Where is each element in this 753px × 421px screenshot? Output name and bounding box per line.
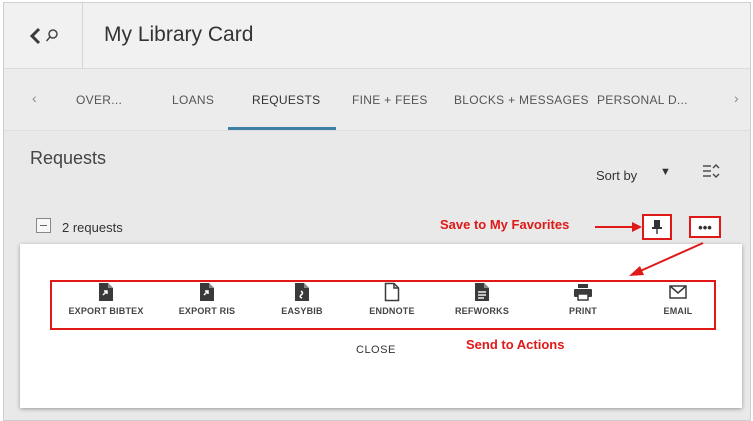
action-easybib[interactable]: EASYBIB — [252, 282, 352, 316]
tab-personal-details[interactable]: PERSONAL D... — [597, 93, 688, 107]
tab-requests[interactable]: REQUESTS — [252, 93, 320, 107]
action-endnote[interactable]: ENDNOTE — [342, 282, 442, 316]
action-refworks[interactable]: REFWORKS — [432, 282, 532, 316]
easybib-icon — [295, 283, 309, 301]
section-title: Requests — [30, 148, 107, 168]
back-search-button[interactable] — [4, 3, 83, 69]
close-button[interactable]: CLOSE — [356, 344, 396, 356]
more-actions-button[interactable]: ••• — [689, 216, 721, 238]
ellipsis-icon: ••• — [698, 219, 712, 235]
sort-by-dropdown[interactable]: Sort by — [596, 168, 637, 183]
actions-panel — [20, 244, 742, 408]
tab-fine-fees[interactable]: FINE + FEES — [352, 93, 428, 107]
export-ris-icon — [200, 283, 214, 301]
refworks-icon — [475, 283, 489, 301]
endnote-icon — [384, 282, 400, 302]
action-email[interactable]: EMAIL — [628, 282, 728, 316]
export-bibtex-icon — [99, 283, 113, 301]
email-icon — [669, 285, 687, 299]
tab-loans[interactable]: LOANS — [172, 93, 214, 107]
action-export-ris[interactable]: EXPORT RIS — [157, 282, 257, 316]
pin-icon — [652, 220, 662, 234]
collapse-requests-checkbox[interactable] — [36, 218, 51, 233]
page-title: My Library Card — [104, 23, 254, 46]
top-bar: My Library Card — [4, 3, 750, 69]
tabs-scroll-left-icon[interactable]: ‹ — [32, 90, 37, 106]
save-to-favorites-button[interactable] — [642, 214, 672, 240]
annotation-send-to: Send to Actions — [466, 337, 565, 352]
tab-overview[interactable]: OVER... — [76, 93, 122, 107]
action-export-bibtex[interactable]: EXPORT BIBTEX — [56, 282, 156, 316]
sort-order-icon[interactable] — [702, 163, 720, 184]
annotation-favorites: Save to My Favorites — [440, 217, 570, 232]
chevron-left-icon — [29, 27, 40, 45]
tabs-scroll-right-icon[interactable]: › — [734, 90, 739, 106]
active-tab-indicator — [228, 127, 336, 130]
caret-down-icon[interactable]: ▼ — [660, 166, 671, 178]
action-print[interactable]: PRINT — [533, 282, 633, 316]
tab-bar: ‹ OVER... LOANS REQUESTS FINE + FEES BLO… — [4, 69, 750, 131]
tab-blocks-messages[interactable]: BLOCKS + MESSAGES — [454, 93, 589, 107]
requests-count: 2 requests — [62, 220, 123, 235]
print-icon — [574, 284, 592, 301]
search-icon — [45, 29, 58, 42]
